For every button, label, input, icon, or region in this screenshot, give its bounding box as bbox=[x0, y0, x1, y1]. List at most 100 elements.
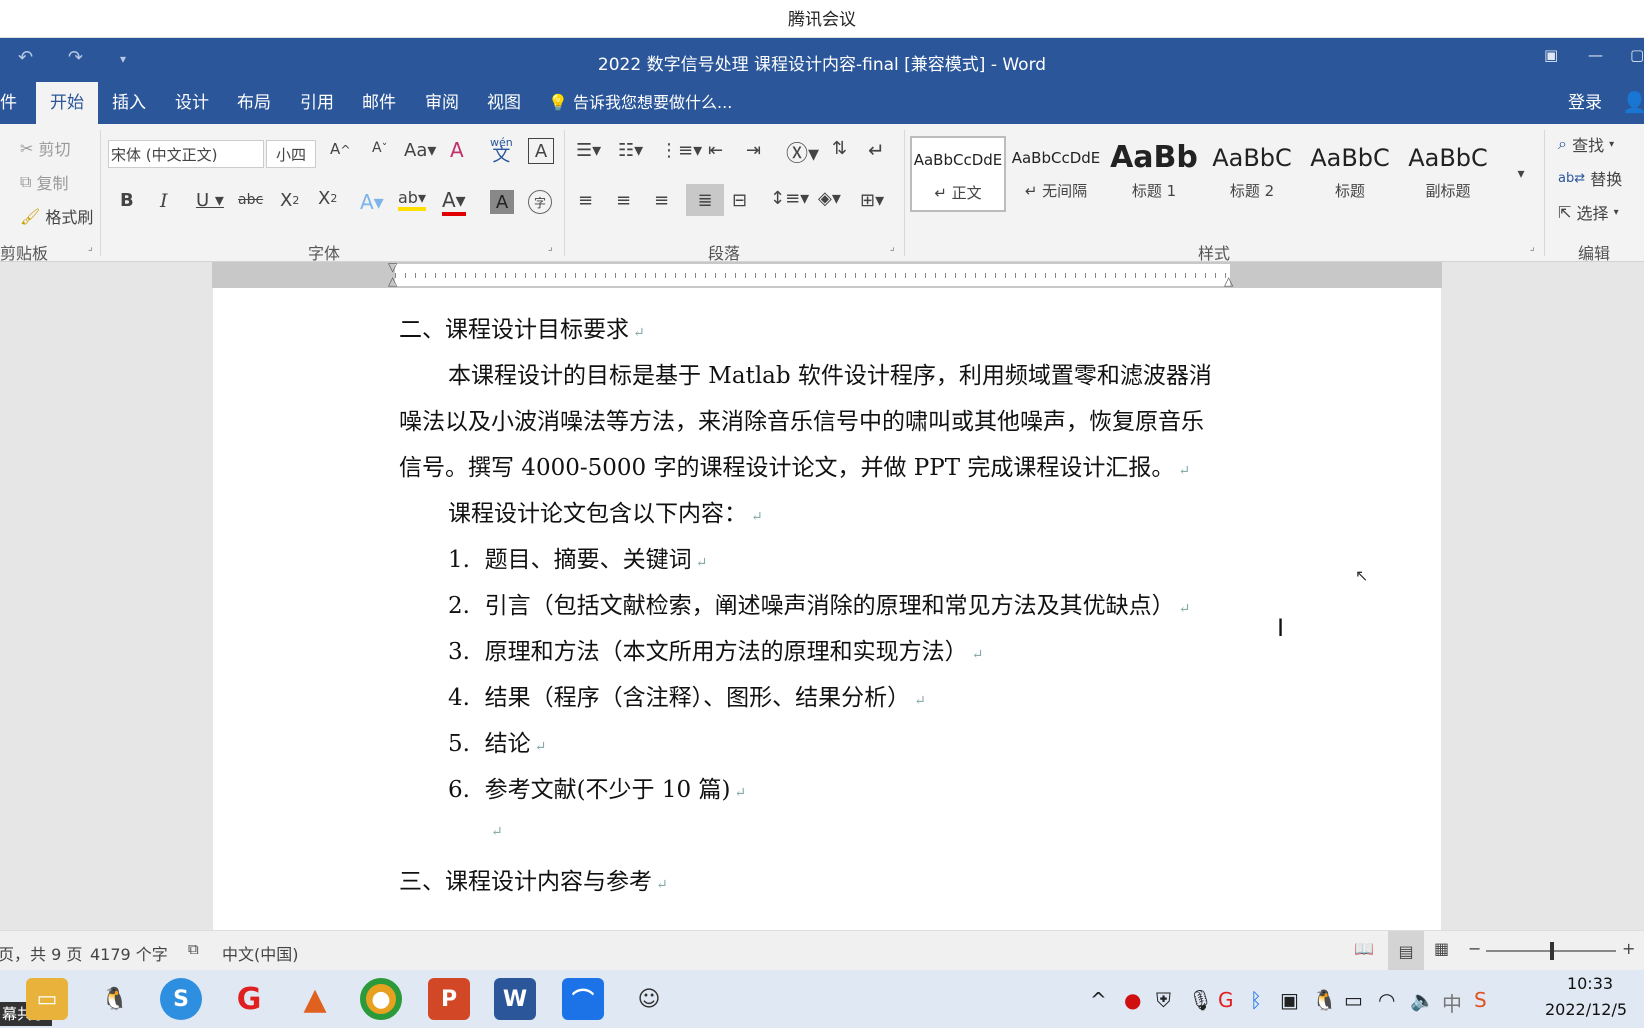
sort-icon[interactable]: ⇅ bbox=[832, 138, 847, 159]
wps-icon[interactable]: G bbox=[228, 978, 270, 1020]
tab-home[interactable]: 开始 bbox=[36, 82, 98, 124]
clipboard-launcher-icon[interactable]: ⌟ bbox=[88, 242, 93, 253]
horizontal-ruler[interactable]: ▽ △ △ bbox=[212, 260, 1442, 288]
style-heading1[interactable]: AaBb 标题 1 bbox=[1106, 136, 1202, 212]
tencent-meeting-icon[interactable]: ⌒ bbox=[562, 978, 604, 1020]
tab-view[interactable]: 视图 bbox=[473, 82, 535, 124]
clock-date[interactable]: 2022/12/5 bbox=[1534, 1000, 1638, 1019]
chrome-icon[interactable]: ● bbox=[360, 978, 402, 1020]
increase-indent-icon[interactable]: ⇥ bbox=[746, 140, 761, 161]
copy-button[interactable]: ⧉ 复制 bbox=[20, 170, 69, 194]
qq-icon[interactable]: 🐧 bbox=[94, 978, 136, 1020]
enclose-characters-icon[interactable]: 字 bbox=[528, 190, 552, 214]
select-button[interactable]: ⇱ 选择 ▾ bbox=[1558, 200, 1619, 224]
file-explorer-icon[interactable]: ▭ bbox=[26, 978, 68, 1020]
tab-review[interactable]: 审阅 bbox=[411, 82, 473, 124]
chinese-layout-icon[interactable]: Ⓧ▾ bbox=[786, 136, 819, 168]
find-button[interactable]: ⌕ 查找 ▾ bbox=[1558, 132, 1614, 156]
clock-time[interactable]: 10:33 bbox=[1540, 974, 1640, 993]
web-layout-icon[interactable]: ▦ bbox=[1434, 939, 1449, 958]
word-count[interactable]: 4179 个字 bbox=[90, 941, 168, 965]
volume-icon[interactable]: 🔈 bbox=[1410, 988, 1435, 1012]
powerpoint-icon[interactable]: P bbox=[428, 978, 470, 1020]
styles-more-icon[interactable]: ▾ bbox=[1508, 136, 1534, 212]
align-center-icon[interactable]: ≡ bbox=[616, 190, 631, 211]
right-indent-marker-icon[interactable]: △ bbox=[1224, 274, 1233, 288]
zoom-slider-thumb[interactable] bbox=[1550, 942, 1554, 960]
print-layout-icon[interactable]: ▤ bbox=[1388, 931, 1424, 971]
tab-mailings[interactable]: 邮件 bbox=[348, 82, 410, 124]
sogou-icon[interactable]: S bbox=[160, 978, 202, 1020]
show-marks-icon[interactable]: ↵ bbox=[868, 138, 885, 162]
replace-button[interactable]: ab⇄ 替换 bbox=[1558, 166, 1622, 190]
zoom-out-icon[interactable]: − bbox=[1468, 939, 1481, 958]
shading-icon[interactable]: ◈▾ bbox=[818, 188, 841, 209]
borders-icon[interactable]: ⊞▾ bbox=[860, 190, 884, 211]
styles-launcher-icon[interactable]: ⌟ bbox=[1530, 242, 1535, 253]
numbering-icon[interactable]: ☷▾ bbox=[618, 140, 643, 161]
microphone-icon[interactable]: 🎙 bbox=[1188, 988, 1213, 1012]
phonetic-guide-icon[interactable]: wén 文 bbox=[490, 136, 513, 165]
grow-font-icon[interactable]: A ^ bbox=[330, 140, 351, 158]
font-name-select[interactable]: 宋体 (中文正文) bbox=[108, 140, 264, 168]
bullets-icon[interactable]: ☰▾ bbox=[576, 140, 601, 161]
highlight-color-icon[interactable]: ab▾ bbox=[398, 188, 426, 211]
antivirus-icon[interactable]: ● bbox=[1124, 988, 1141, 1012]
style-normal[interactable]: AaBbCcDdE ↵ 正文 bbox=[910, 136, 1006, 212]
minimize-icon[interactable]: — bbox=[1588, 46, 1603, 64]
bluetooth-icon[interactable]: ᛒ bbox=[1250, 988, 1262, 1012]
word-icon[interactable]: W bbox=[494, 978, 536, 1020]
style-heading2[interactable]: AaBbC 标题 2 bbox=[1204, 136, 1300, 212]
zoom-in-icon[interactable]: + bbox=[1622, 939, 1635, 958]
user-app-icon[interactable]: ☺ bbox=[628, 978, 670, 1020]
distributed-icon[interactable]: ⊟ bbox=[732, 190, 747, 211]
paragraph-launcher-icon[interactable]: ⌟ bbox=[890, 242, 895, 253]
cut-button[interactable]: ✂ 剪切 bbox=[20, 136, 71, 160]
sogou-ime-icon[interactable]: S bbox=[1474, 988, 1487, 1012]
align-left-icon[interactable]: ≡ bbox=[578, 190, 593, 211]
shrink-font-icon[interactable]: Aˇ bbox=[372, 140, 387, 156]
restore-icon[interactable]: ▢ bbox=[1630, 46, 1644, 64]
clear-formatting-icon[interactable]: A bbox=[450, 138, 464, 162]
login-button[interactable]: 登录 bbox=[1554, 82, 1616, 124]
show-hidden-icons-icon[interactable]: ^ bbox=[1090, 988, 1107, 1012]
language-indicator[interactable]: 中文(中国) bbox=[222, 941, 299, 965]
character-shading-icon[interactable]: A bbox=[490, 190, 514, 214]
italic-icon[interactable]: I bbox=[160, 190, 168, 212]
tab-references[interactable]: 引用 bbox=[286, 82, 348, 124]
tab-design[interactable]: 设计 bbox=[161, 82, 223, 124]
page-count[interactable]: 页，共 9 页 bbox=[0, 941, 82, 965]
tab-insert[interactable]: 插入 bbox=[98, 82, 160, 124]
ribbon-display-icon[interactable]: ▣ bbox=[1544, 46, 1558, 64]
font-color-icon[interactable]: A▾ bbox=[442, 188, 466, 216]
line-spacing-icon[interactable]: ↕≡▾ bbox=[770, 188, 809, 209]
tell-me-box[interactable]: 💡 告诉我您想要做什么... bbox=[534, 82, 746, 124]
matlab-icon[interactable]: ▲ bbox=[294, 978, 336, 1020]
document-page[interactable]: 二、课程设计目标要求 ↵ 本课程设计的目标是基于 Matlab 软件设计程序，利用… bbox=[213, 288, 1441, 930]
font-launcher-icon[interactable]: ⌟ bbox=[548, 242, 553, 253]
font-size-select[interactable]: 小四 bbox=[266, 140, 316, 168]
underline-icon[interactable]: U ▾ bbox=[196, 190, 224, 211]
ime-indicator[interactable]: 中 bbox=[1442, 988, 1462, 1017]
tab-layout[interactable]: 布局 bbox=[223, 82, 285, 124]
left-indent-marker-icon[interactable]: △ bbox=[388, 274, 397, 288]
justify-icon[interactable]: ≣ bbox=[686, 184, 724, 216]
style-title[interactable]: AaBbC 标题 bbox=[1302, 136, 1398, 212]
text-effects-icon[interactable]: A▾ bbox=[360, 190, 384, 214]
wifi-icon[interactable]: ◠ bbox=[1378, 988, 1395, 1012]
superscript-icon[interactable]: X2 bbox=[318, 188, 337, 209]
change-case-icon[interactable]: Aa ▾ bbox=[404, 140, 436, 161]
battery-icon[interactable]: ▭ bbox=[1344, 988, 1363, 1012]
system-monitor-icon[interactable]: ▣ bbox=[1280, 988, 1299, 1012]
style-subtitle[interactable]: AaBbC 副标题 bbox=[1400, 136, 1496, 212]
align-right-icon[interactable]: ≡ bbox=[654, 190, 669, 211]
read-mode-icon[interactable]: 📖 bbox=[1354, 939, 1374, 958]
style-no-spacing[interactable]: AaBbCcDdE ↵ 无间隔 bbox=[1008, 136, 1104, 212]
multilevel-list-icon[interactable]: ⋮≡▾ bbox=[660, 140, 702, 161]
format-painter-button[interactable]: 🖌 格式刷 bbox=[20, 204, 93, 228]
subscript-icon[interactable]: X2 bbox=[280, 190, 299, 211]
proofing-icon[interactable]: ⧉ bbox=[188, 940, 199, 958]
account-icon[interactable]: 👤 bbox=[1622, 90, 1644, 114]
tab-file[interactable]: 件 bbox=[0, 82, 31, 124]
wps-tray-icon[interactable]: G bbox=[1218, 988, 1234, 1012]
